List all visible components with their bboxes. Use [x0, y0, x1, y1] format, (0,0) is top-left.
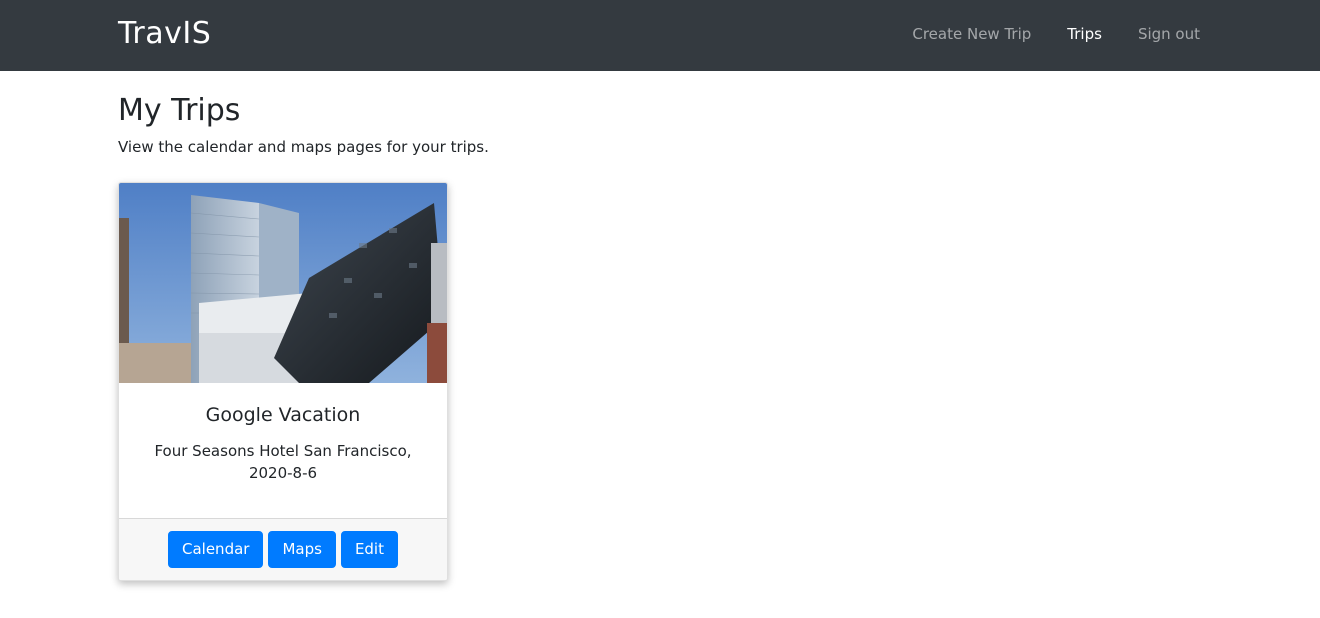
calendar-button[interactable]: Calendar: [168, 531, 264, 568]
trip-location: Four Seasons Hotel San Francisco,: [154, 442, 412, 460]
maps-button[interactable]: Maps: [268, 531, 336, 568]
nav-links: Create New Trip Trips Sign out: [894, 23, 1200, 47]
trip-card: Google Vacation Four Seasons Hotel San F…: [118, 182, 448, 581]
trip-date: 2020-8-6: [248, 464, 318, 482]
page-subtitle: View the calendar and maps pages for you…: [118, 138, 489, 156]
brand-logo-link[interactable]: TravIS: [118, 16, 211, 52]
trip-title: Google Vacation: [205, 404, 361, 426]
edit-button[interactable]: Edit: [340, 531, 398, 568]
nav-sign-out[interactable]: Sign out: [1120, 23, 1200, 47]
trip-details: Four Seasons Hotel San Francisco, 2020-8…: [143, 440, 423, 484]
page-title: My Trips: [118, 93, 241, 128]
card-footer: Calendar Maps Edit: [119, 518, 447, 580]
trip-actions: Calendar Maps Edit: [119, 531, 447, 568]
nav-create-new-trip[interactable]: Create New Trip: [894, 23, 1049, 47]
trip-image: [119, 183, 447, 383]
nav-trips[interactable]: Trips: [1049, 23, 1120, 47]
top-navbar: TravIS Create New Trip Trips Sign out: [0, 0, 1320, 71]
